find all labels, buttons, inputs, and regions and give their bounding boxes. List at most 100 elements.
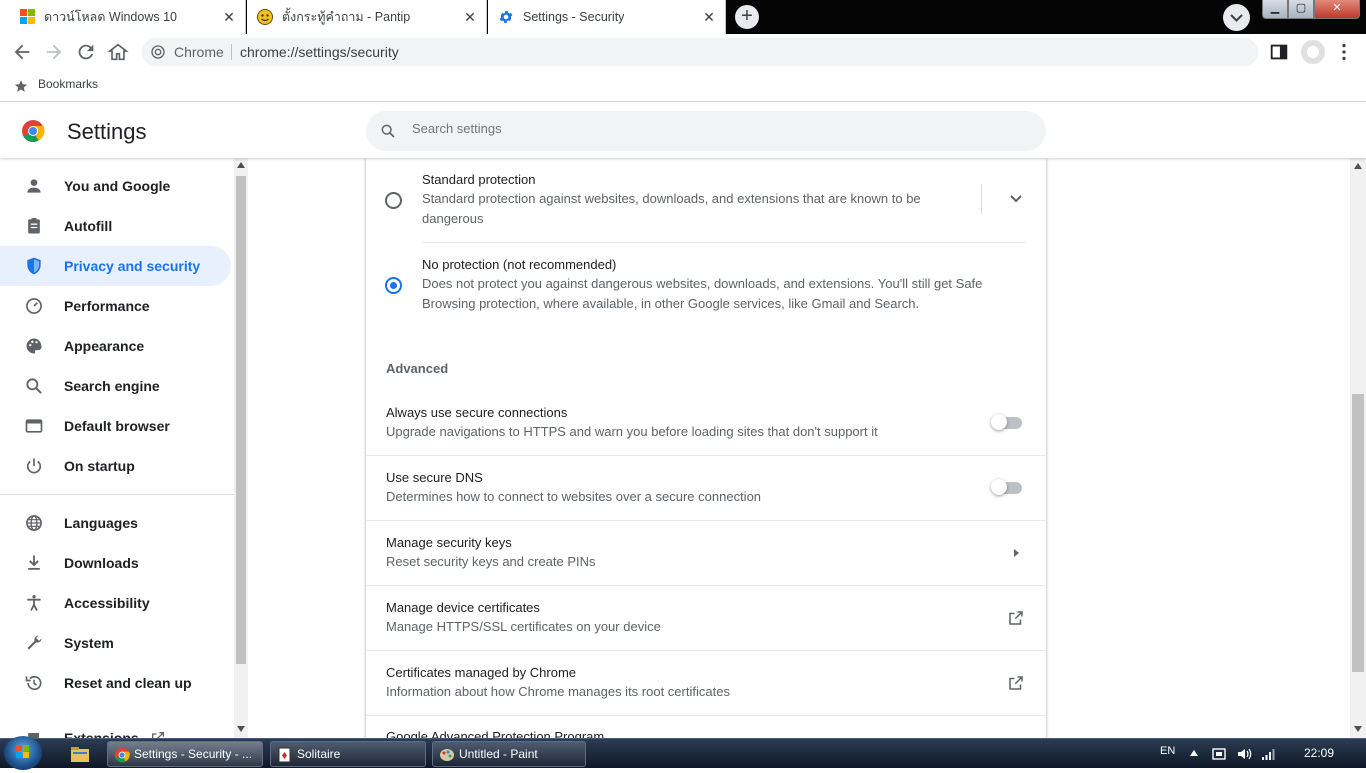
action-center-flag-icon[interactable] (1211, 746, 1227, 762)
tab-settings-security[interactable]: Settings - Security ✕ (488, 0, 726, 34)
profile-avatar[interactable] (1301, 40, 1325, 64)
expand-chevron-icon[interactable] (1006, 191, 1026, 207)
clock[interactable]: 22:09 (1304, 746, 1334, 760)
new-tab-button[interactable]: + (735, 5, 759, 29)
page-scroll-thumb[interactable] (1352, 394, 1364, 672)
row-title: Use secure DNS (386, 470, 483, 485)
tab-search-button[interactable] (1223, 4, 1250, 31)
page-scrollbar[interactable] (1350, 158, 1366, 738)
home-icon[interactable] (107, 41, 129, 63)
maximize-button[interactable]: ▢ (1288, 0, 1314, 19)
sidebar-item-label: Search engine (64, 378, 160, 394)
search-icon (381, 124, 395, 138)
sidebar-item-label: You and Google (64, 178, 171, 194)
arrow-right-icon[interactable] (1007, 544, 1025, 562)
secure-dns-row[interactable]: Use secure DNS Determines how to connect… (366, 455, 1046, 520)
scroll-down-arrow-icon[interactable] (237, 726, 245, 732)
advanced-section-heading: Advanced (386, 361, 449, 376)
side-panel-icon[interactable] (1268, 41, 1290, 63)
chrome-certificates-row[interactable]: Certificates managed by Chrome Informati… (366, 650, 1046, 715)
taskbar-button-paint[interactable]: Untitled - Paint (432, 741, 586, 767)
row-title: Always use secure connections (386, 405, 568, 420)
manage-security-keys-row[interactable]: Manage security keys Reset security keys… (366, 520, 1046, 585)
sidebar-item-label: Extensions (64, 730, 139, 738)
reload-icon[interactable] (75, 41, 97, 63)
close-window-button[interactable]: ✕ (1314, 0, 1360, 19)
no-protection-option[interactable]: No protection (not recommended) Does not… (366, 243, 1046, 323)
row-subtitle: Determines how to connect to websites ov… (386, 489, 762, 504)
external-link-icon (152, 732, 164, 738)
sidebar-item-reset-and-clean-up[interactable]: Reset and clean up (0, 663, 231, 703)
volume-icon[interactable] (1236, 746, 1252, 762)
tab-pantip[interactable]: ตั้งกระทู้คำถาม - Pantip ✕ (247, 0, 487, 34)
sidebar-item-extensions[interactable]: Extensions (0, 718, 231, 738)
file-explorer-icon[interactable] (70, 745, 90, 763)
wrench-icon (27, 635, 42, 650)
sidebar-item-you-and-google[interactable]: You and Google (0, 166, 231, 206)
sidebar-item-default-browser[interactable]: Default browser (0, 406, 231, 446)
scroll-up-arrow-icon[interactable] (1354, 163, 1362, 169)
scroll-up-arrow-icon[interactable] (237, 162, 245, 168)
external-link-icon[interactable] (1007, 674, 1025, 692)
close-tab-icon[interactable]: ✕ (221, 9, 237, 25)
tab-windows10-download[interactable]: ดาวน์โหลด Windows 10 ✕ (0, 0, 246, 34)
sidebar-item-label: Privacy and security (64, 258, 201, 274)
sidebar-item-search-engine[interactable]: Search engine (0, 366, 231, 406)
standard-protection-radio[interactable] (385, 192, 402, 209)
settings-search-box[interactable] (366, 111, 1046, 151)
close-tab-icon[interactable]: ✕ (701, 9, 717, 25)
tab-title: ดาวน์โหลด Windows 10 (44, 10, 177, 24)
gear-icon (499, 11, 513, 23)
address-bar[interactable]: Chrome chrome://settings/security (142, 38, 1258, 66)
secure-connections-toggle[interactable] (991, 412, 1023, 432)
sidebar-item-downloads[interactable]: Downloads (0, 543, 231, 583)
always-secure-connections-row[interactable]: Always use secure connections Upgrade na… (366, 390, 1046, 455)
taskbar-button-chrome[interactable]: Settings - Security - ... (107, 741, 263, 767)
paint-palette-icon (440, 749, 454, 761)
sidebar-scroll-thumb[interactable] (236, 176, 246, 664)
sidebar-item-system[interactable]: System (0, 623, 231, 663)
sidebar-item-label: On startup (64, 458, 135, 474)
divider (981, 184, 982, 214)
sidebar-item-appearance[interactable]: Appearance (0, 326, 231, 366)
external-link-icon[interactable] (1007, 609, 1025, 627)
tab-title: ตั้งกระทู้คำถาม - Pantip (282, 10, 411, 24)
tab-title: Settings - Security (523, 10, 625, 24)
bookmarks-label[interactable]: Bookmarks (38, 77, 98, 91)
language-indicator[interactable]: EN (1160, 745, 1175, 757)
standard-protection-option[interactable]: Standard protection Standard protection … (366, 158, 1046, 242)
sidebar-item-accessibility[interactable]: Accessibility (0, 583, 231, 623)
forward-arrow-icon[interactable] (43, 41, 65, 63)
sidebar-item-privacy-and-security[interactable]: Privacy and security (0, 246, 231, 286)
start-button[interactable] (4, 736, 42, 770)
sidebar-item-label: Downloads (64, 555, 139, 571)
sidebar-scrollbar[interactable] (234, 158, 248, 738)
no-protection-radio[interactable] (385, 277, 402, 294)
sidebar-item-languages[interactable]: Languages (0, 503, 231, 543)
show-hidden-icons-arrow-icon[interactable] (1190, 750, 1198, 756)
chevron-down-icon (1230, 14, 1243, 22)
divider (231, 44, 232, 60)
row-title: Manage security keys (386, 535, 512, 550)
kebab-menu-icon[interactable] (1333, 41, 1355, 63)
sidebar-item-label: Default browser (64, 418, 170, 434)
pantip-logo-icon (257, 9, 273, 25)
taskbar-button-solitaire[interactable]: Solitaire (270, 741, 426, 767)
sidebar-item-label: Reset and clean up (64, 675, 192, 691)
globe-icon (26, 515, 42, 531)
close-tab-icon[interactable]: ✕ (462, 9, 478, 25)
manage-device-certificates-row[interactable]: Manage device certificates Manage HTTPS/… (366, 585, 1046, 650)
sidebar-item-performance[interactable]: Performance (0, 286, 231, 326)
secure-dns-toggle[interactable] (991, 477, 1023, 497)
chrome-icon (151, 45, 165, 59)
url-text[interactable]: chrome://settings/security (240, 44, 399, 60)
scroll-down-arrow-icon[interactable] (1354, 726, 1362, 732)
minimize-button[interactable]: ▁ (1262, 0, 1288, 19)
sidebar-item-autofill[interactable]: Autofill (0, 206, 231, 246)
chrome-logo-icon (114, 747, 130, 763)
windows-logo-icon (20, 9, 35, 24)
sidebar-item-on-startup[interactable]: On startup (0, 446, 231, 486)
network-signal-icon[interactable] (1261, 746, 1277, 762)
search-input[interactable] (412, 121, 912, 136)
back-arrow-icon[interactable] (11, 41, 33, 63)
